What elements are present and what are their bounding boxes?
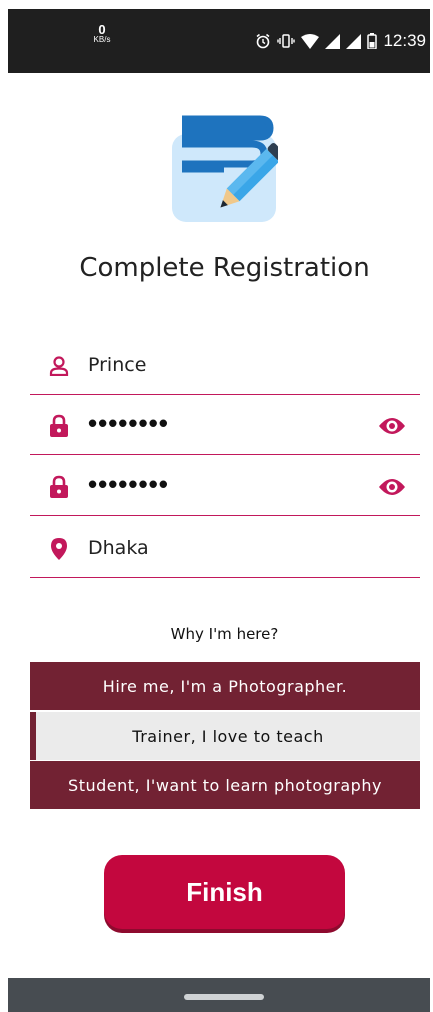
navigation-bar <box>8 978 430 1012</box>
location-field[interactable]: Dhaka <box>30 517 420 578</box>
eye-icon[interactable] <box>378 416 406 436</box>
name-field[interactable]: Prince <box>30 334 420 395</box>
signal-icon <box>325 33 341 49</box>
confirm-password-value: •••••••• <box>88 469 169 499</box>
location-pin-icon <box>48 537 70 561</box>
finish-button[interactable]: Finish <box>104 855 345 929</box>
status-bar: 0 KB/s 12:39 <box>8 9 430 73</box>
network-speed: 0 KB/s <box>90 23 114 44</box>
password-value: •••••••• <box>88 408 169 438</box>
purpose-question: Why I'm here? <box>170 625 279 643</box>
option-photographer[interactable]: Hire me, I'm a Photographer. <box>30 662 420 710</box>
network-speed-unit: KB/s <box>93 35 111 44</box>
password-field[interactable]: •••••••• <box>30 394 420 455</box>
name-value: Prince <box>88 354 147 376</box>
option-student[interactable]: Student, I'want to learn photography <box>30 761 420 809</box>
page-title: Complete Registration <box>79 253 370 283</box>
home-gesture-handle[interactable] <box>184 994 264 1000</box>
eye-icon[interactable] <box>378 477 406 497</box>
wifi-icon <box>301 33 320 49</box>
person-icon <box>48 354 70 378</box>
vibrate-icon <box>277 34 296 48</box>
lock-icon <box>48 414 70 438</box>
location-value: Dhaka <box>88 537 149 559</box>
battery-icon <box>367 33 378 49</box>
lock-icon <box>48 475 70 499</box>
confirm-password-field[interactable]: •••••••• <box>30 455 420 516</box>
option-trainer[interactable]: Trainer, I love to teach <box>30 712 420 760</box>
alarm-icon <box>255 33 271 49</box>
signal-icon <box>346 33 362 49</box>
clock-time: 12:39 <box>383 31 426 50</box>
registration-form-pencil-icon <box>172 114 285 224</box>
